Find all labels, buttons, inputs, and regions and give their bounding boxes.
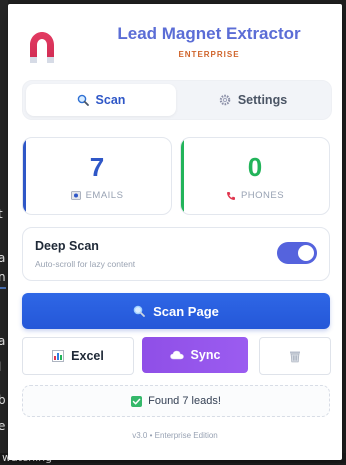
cloud-icon xyxy=(170,350,184,360)
checkmark-icon xyxy=(131,396,142,407)
tab-settings[interactable]: Settings xyxy=(178,84,328,116)
tab-scan[interactable]: Scan xyxy=(26,84,176,116)
app-subtitle: ENTERPRISE xyxy=(104,50,314,59)
background-text-3: n xyxy=(0,270,6,284)
scan-page-label: Scan Page xyxy=(153,304,219,319)
phones-label: PHONES xyxy=(241,190,284,201)
background-underline xyxy=(0,287,6,289)
deep-scan-title: Deep Scan xyxy=(35,239,99,253)
emails-count: 7 xyxy=(23,152,171,183)
sync-button[interactable]: Sync xyxy=(142,337,248,373)
tab-bar: Scan Settings xyxy=(22,80,332,120)
trash-icon xyxy=(289,350,301,363)
app-title: Lead Magnet Extractor xyxy=(104,24,314,44)
emails-stat-card: 7 EMAILS xyxy=(22,137,172,215)
excel-export-button[interactable]: Excel xyxy=(22,337,134,375)
clear-button[interactable] xyxy=(259,337,331,375)
status-text: Found 7 leads! xyxy=(148,395,221,407)
deep-scan-toggle[interactable] xyxy=(277,242,317,264)
chart-icon xyxy=(52,350,64,362)
action-row: Excel Sync xyxy=(22,337,330,375)
deep-scan-subtitle: Auto-scroll for lazy content xyxy=(35,259,135,269)
background-text-5: l xyxy=(0,360,1,374)
extension-popup: Lead Magnet Extractor ENTERPRISE Scan Se… xyxy=(8,4,342,460)
phones-stat-card: 0 PHONES xyxy=(180,137,330,215)
tab-settings-label: Settings xyxy=(238,93,287,107)
tab-scan-label: Scan xyxy=(96,93,126,107)
emails-label-row: EMAILS xyxy=(23,190,171,201)
toggle-knob xyxy=(298,245,314,261)
background-text-2: a xyxy=(0,251,5,265)
background-text-6: b xyxy=(0,393,6,407)
status-message: Found 7 leads! xyxy=(22,385,330,417)
header: Lead Magnet Extractor ENTERPRISE xyxy=(8,4,342,78)
emails-label: EMAILS xyxy=(86,190,124,201)
magnet-icon xyxy=(24,29,60,65)
background-text-7: e xyxy=(0,419,5,433)
phones-count: 0 xyxy=(181,152,329,183)
deep-scan-option: Deep Scan Auto-scroll for lazy content xyxy=(22,227,330,281)
gear-icon xyxy=(219,94,231,106)
phone-icon xyxy=(226,191,236,201)
search-icon xyxy=(77,94,89,106)
sync-label: Sync xyxy=(191,348,221,362)
excel-label: Excel xyxy=(71,349,104,363)
version-footer: v3.0 • Enterprise Edition xyxy=(8,431,342,440)
search-icon xyxy=(133,305,145,317)
phones-label-row: PHONES xyxy=(181,190,329,201)
background-text-4: a xyxy=(0,334,5,348)
background-text-1: t xyxy=(0,207,3,221)
email-icon xyxy=(71,191,81,200)
scan-page-button[interactable]: Scan Page xyxy=(22,293,330,329)
